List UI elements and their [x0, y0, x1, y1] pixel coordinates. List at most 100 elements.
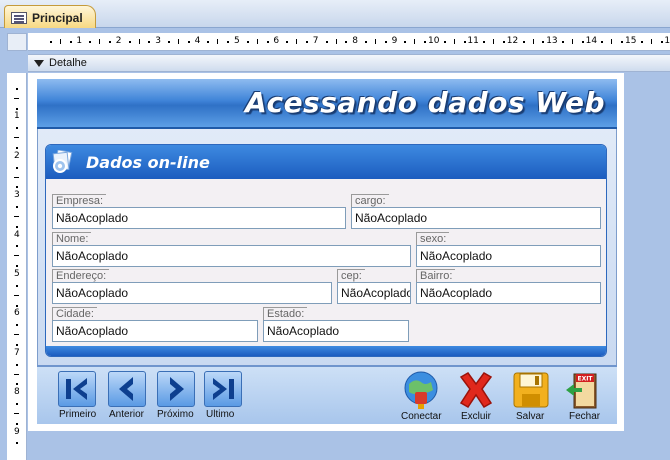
- banner: Acessando dados Web: [37, 79, 617, 129]
- cargo-field[interactable]: NãoAcoplado: [351, 207, 601, 229]
- ruler-dot: [16, 343, 18, 346]
- nome-field[interactable]: NãoAcoplado: [52, 245, 411, 267]
- next-record-button[interactable]: [157, 371, 195, 407]
- ruler-tick: [335, 39, 337, 44]
- ruler-dot: [640, 41, 643, 43]
- delete-button[interactable]: [456, 370, 496, 410]
- save-label: Salvar: [516, 411, 545, 422]
- ruler-dot: [443, 41, 446, 43]
- ruler-dot: [168, 41, 171, 43]
- ruler-dot: [16, 206, 18, 209]
- cidade-label: Cidade:: [52, 307, 97, 321]
- sexo-field[interactable]: NãoAcoplado: [416, 245, 601, 267]
- ruler-dot: [384, 41, 387, 43]
- card-title: Dados on-line: [86, 153, 210, 172]
- empresa-field[interactable]: NãoAcoplado: [52, 207, 346, 229]
- cep-field[interactable]: NãoAcoplado: [337, 282, 411, 304]
- estado-field[interactable]: NãoAcoplado: [263, 320, 409, 342]
- ruler-dot: [522, 41, 525, 43]
- cidade-field[interactable]: NãoAcoplado: [52, 320, 258, 342]
- ruler-tick: [177, 39, 179, 44]
- ruler-dot: [562, 41, 565, 43]
- ruler-tick: [59, 39, 61, 44]
- last-record-button[interactable]: [204, 371, 242, 407]
- bairro-label: Bairro:: [416, 269, 456, 283]
- ruler-dot: [89, 41, 92, 43]
- ruler-dot: [305, 41, 308, 43]
- ruler-dot: [187, 41, 190, 43]
- ruler-tick: [414, 39, 416, 44]
- ruler-tick: [14, 97, 19, 99]
- next-record-icon: [170, 377, 184, 401]
- ruler-number: 1: [76, 36, 83, 46]
- section-arrow-icon: [34, 59, 44, 67]
- ruler-dot: [49, 41, 52, 43]
- ruler-tick: [611, 39, 613, 44]
- ruler-dot: [69, 41, 72, 43]
- connect-button[interactable]: [401, 370, 441, 410]
- ruler-dot: [483, 41, 486, 43]
- form-icon: [11, 11, 27, 24]
- ruler-dot: [16, 186, 18, 189]
- cargo-label: cargo:: [351, 194, 389, 208]
- ruler-number: 14: [585, 36, 598, 46]
- ruler-dot: [16, 324, 18, 327]
- first-record-button[interactable]: [58, 371, 96, 407]
- ruler-tick: [493, 39, 495, 44]
- ruler-dot: [16, 442, 18, 445]
- ruler-tick: [14, 294, 19, 296]
- ruler-number: 13: [546, 36, 558, 46]
- form-selector[interactable]: [7, 33, 27, 51]
- ruler-dot: [424, 41, 427, 43]
- previous-record-button[interactable]: [108, 371, 146, 407]
- ruler-dot: [16, 107, 18, 110]
- ruler-tick: [14, 412, 19, 414]
- ruler-number: 12: [506, 36, 519, 46]
- ruler-dot: [16, 403, 18, 406]
- ruler-tick: [138, 39, 140, 44]
- ruler-dot: [266, 41, 269, 43]
- ruler-dot: [128, 41, 131, 43]
- ruler-dot: [581, 41, 584, 43]
- ruler-tick: [14, 137, 19, 139]
- ruler-dot: [108, 41, 111, 43]
- last-record-icon: [213, 378, 234, 400]
- ruler-dot: [286, 41, 289, 43]
- save-disk-icon: [513, 372, 549, 408]
- connect-label: Conectar: [401, 411, 442, 422]
- nome-label: Nome:: [52, 232, 92, 246]
- exit-sign-text: EXIT: [577, 376, 593, 383]
- document-tab-bar: Principal: [0, 0, 670, 29]
- connect-globe-icon: [404, 371, 438, 409]
- close-label: Fechar: [569, 411, 601, 422]
- ruler-dot: [16, 304, 18, 307]
- ruler-dot: [16, 87, 18, 90]
- gear-pages-icon: [52, 150, 73, 173]
- delete-label: Excluir: [461, 411, 492, 422]
- ruler-dot: [16, 225, 18, 228]
- cep-label: cep:: [337, 269, 365, 283]
- ruler-dot: [16, 284, 18, 287]
- ruler-number: 3: [14, 190, 20, 201]
- ruler-dot: [16, 245, 18, 248]
- ruler-tick: [14, 176, 19, 178]
- document-tab-principal[interactable]: Principal: [4, 5, 96, 29]
- ruler-number: 5: [234, 36, 240, 46]
- ruler-tick: [14, 215, 19, 217]
- close-button[interactable]: EXIT: [564, 370, 604, 410]
- ruler-dot: [463, 41, 466, 43]
- section-bar-detalhe[interactable]: Detalhe: [28, 54, 670, 72]
- section-label: Detalhe: [49, 57, 87, 69]
- endereco-field[interactable]: NãoAcoplado: [52, 282, 332, 304]
- ruler-number: 8: [14, 387, 20, 398]
- ruler-dot: [227, 41, 230, 43]
- ruler-number: 6: [14, 308, 20, 319]
- ruler-number: 11: [467, 36, 479, 46]
- bairro-field[interactable]: NãoAcoplado: [416, 282, 601, 304]
- ruler-dot: [16, 265, 18, 268]
- ruler-tick: [374, 39, 376, 44]
- ruler-tick: [99, 39, 101, 44]
- ruler-dot: [621, 41, 624, 43]
- save-button[interactable]: [511, 370, 551, 410]
- previous-record-label: Anterior: [109, 409, 145, 420]
